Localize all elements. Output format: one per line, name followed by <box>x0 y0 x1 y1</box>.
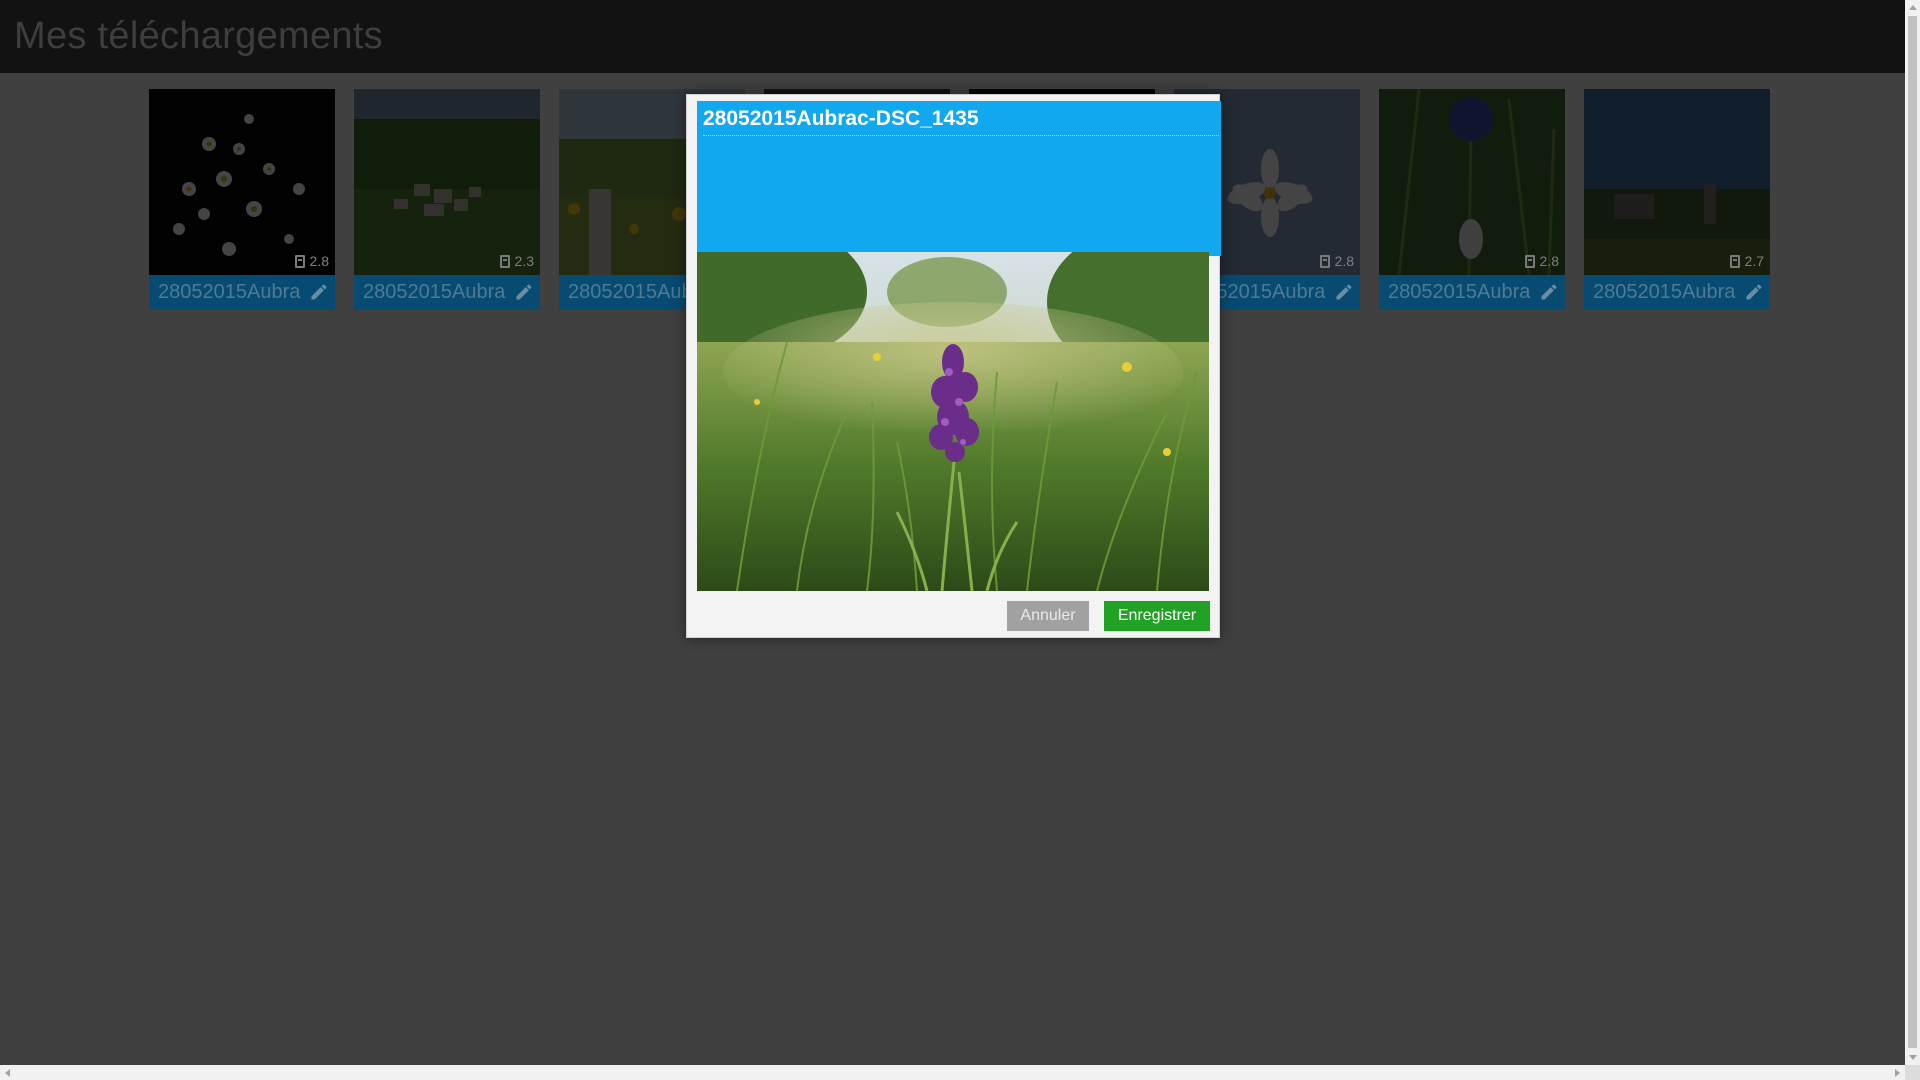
scrollbar-corner <box>1905 1065 1920 1080</box>
app-header: Mes téléchargements <box>0 0 1905 73</box>
dialog-header: 28052015Aubrac-DSC_1435 <box>697 101 1221 256</box>
dialog-title[interactable]: 28052015Aubrac-DSC_1435 <box>703 101 1219 136</box>
rating: 2.8 <box>294 253 329 269</box>
pencil-icon[interactable] <box>1334 282 1354 302</box>
photo-title-bar: 28052015Aubra <box>1584 275 1770 310</box>
pencil-icon[interactable] <box>1539 282 1559 302</box>
photo-title-bar: 28052015Aubra <box>1379 275 1565 310</box>
calculator-icon <box>1524 254 1535 268</box>
photo-title-bar: 28052015Aubra <box>354 275 540 310</box>
vertical-scrollbar[interactable] <box>1905 0 1920 1065</box>
photo-thumbnail[interactable] <box>1584 89 1770 275</box>
scroll-right-icon[interactable] <box>1895 1069 1900 1077</box>
scroll-down-icon[interactable] <box>1909 1055 1917 1060</box>
scrollbar-thumb[interactable] <box>1908 16 1917 1048</box>
page-title: Mes téléchargements <box>14 15 383 57</box>
photo-title-bar: 28052015Aubra <box>149 275 335 310</box>
calculator-icon <box>1729 254 1740 268</box>
photo-title: 28052015Aubra <box>1593 281 1736 303</box>
rating: 2.7 <box>1729 253 1764 269</box>
photo-preview <box>697 252 1209 591</box>
photo-title: 28052015Aubra <box>1388 281 1531 303</box>
photo-title: 28052015Aubra <box>158 281 301 303</box>
photo-thumbnail[interactable] <box>354 89 540 275</box>
photo-card[interactable]: 2.8 28052015Aubra <box>149 89 335 310</box>
pencil-icon[interactable] <box>1744 282 1764 302</box>
pencil-icon[interactable] <box>309 282 329 302</box>
save-button[interactable]: Enregistrer <box>1104 601 1210 631</box>
pencil-icon[interactable] <box>514 282 534 302</box>
cancel-button[interactable]: Annuler <box>1007 601 1089 631</box>
scroll-left-icon[interactable] <box>5 1069 10 1077</box>
photo-card[interactable]: 2.7 28052015Aubra <box>1584 89 1770 310</box>
photo-title: 28052015Aubra <box>363 281 506 303</box>
rating: 2.3 <box>499 253 534 269</box>
rating: 2.8 <box>1524 253 1559 269</box>
horizontal-scrollbar[interactable] <box>0 1065 1905 1080</box>
rating: 2.8 <box>1319 253 1354 269</box>
edit-photo-dialog: 28052015Aubrac-DSC_1435 Annuler Enregist… <box>686 94 1221 638</box>
calculator-icon <box>1319 254 1330 268</box>
scroll-up-icon[interactable] <box>1909 5 1917 10</box>
photo-card[interactable]: 2.8 28052015Aubra <box>1379 89 1565 310</box>
photo-thumbnail[interactable] <box>1379 89 1565 275</box>
calculator-icon <box>499 254 510 268</box>
photo-card[interactable]: 2.3 28052015Aubra <box>354 89 540 310</box>
calculator-icon <box>294 254 305 268</box>
photo-thumbnail[interactable] <box>149 89 335 275</box>
